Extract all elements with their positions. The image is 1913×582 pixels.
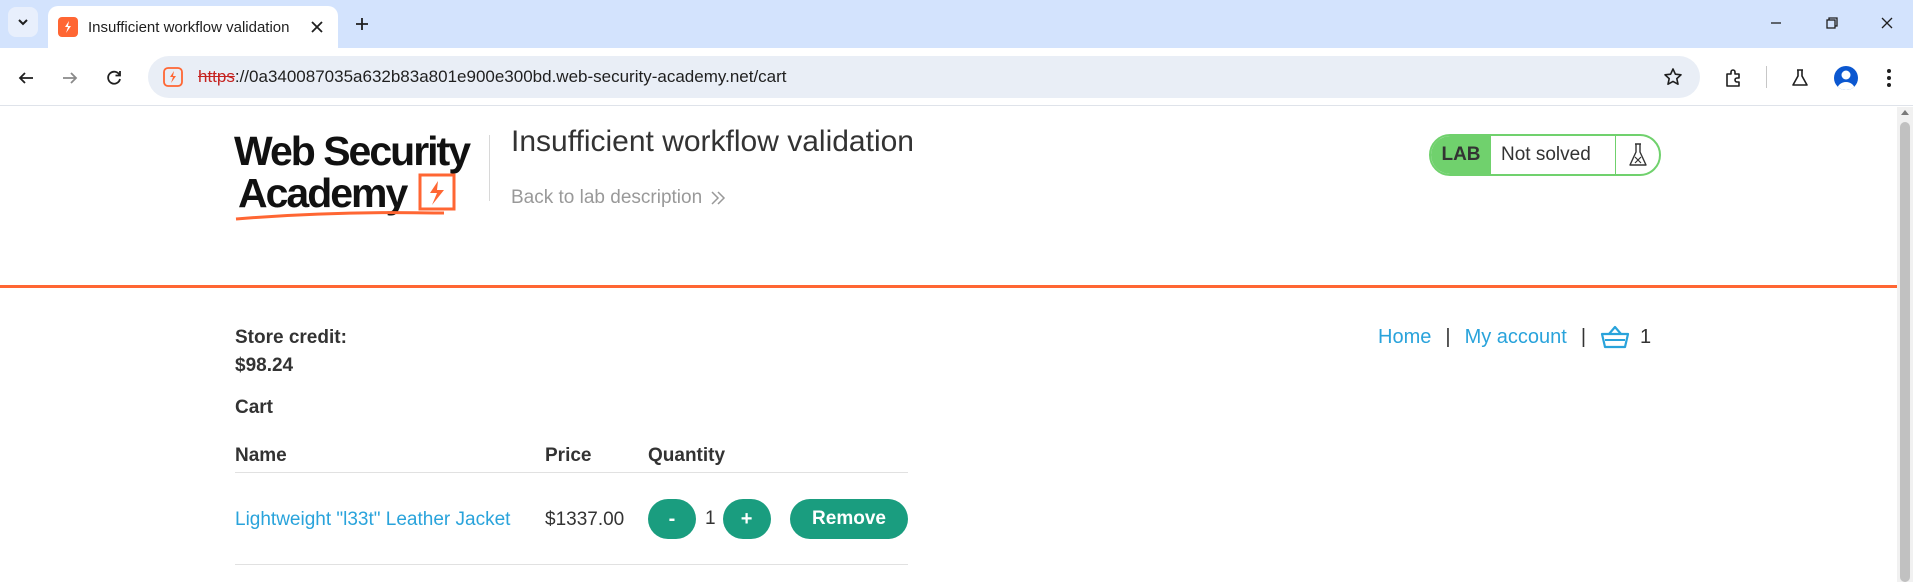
lab-flask-icon (1615, 136, 1659, 174)
my-account-link[interactable]: My account (1465, 326, 1567, 349)
cart-item-count: 1 (1640, 325, 1652, 348)
lab-title: Insufficient workflow validation (511, 125, 914, 158)
web-security-academy-logo[interactable]: Web Security Academy (234, 128, 489, 227)
flask-icon (1792, 69, 1808, 86)
top-navigation: Home | My account | 1 (1378, 325, 1651, 349)
tab-search-button[interactable] (8, 7, 38, 37)
decrease-quantity-button[interactable]: - (648, 499, 696, 539)
shopping-basket-icon (1600, 325, 1630, 349)
arrow-right-icon (63, 72, 78, 84)
browser-tab-active[interactable]: Insufficient workflow validation (48, 6, 338, 48)
close-window-button[interactable] (1867, 8, 1907, 38)
restore-icon (1826, 17, 1838, 29)
store-credit-value: $98.24 (235, 355, 294, 376)
scroll-up-arrow-icon[interactable] (1901, 110, 1909, 115)
cart-heading: Cart (235, 397, 274, 418)
restore-button[interactable] (1812, 8, 1852, 38)
back-to-lab-description-link[interactable]: Back to lab description (511, 187, 726, 209)
lab-status-text: Not solved (1501, 144, 1591, 165)
cart-link[interactable]: 1 (1600, 325, 1651, 349)
bookmark-star-icon[interactable] (1660, 64, 1686, 90)
back-link-label: Back to lab description (511, 187, 703, 208)
product-price: $1337.00 (545, 509, 625, 530)
avatar-icon (1834, 66, 1858, 90)
url-scheme: https (198, 67, 235, 86)
browser-toolbar: https://0a340087035a632b83a801e900e300bd… (0, 48, 1913, 106)
profile-button[interactable] (1830, 62, 1862, 94)
tab-title: Insufficient workflow validation (88, 18, 290, 36)
puzzle-icon (1726, 69, 1740, 87)
url-text: https://0a340087035a632b83a801e900e300bd… (198, 67, 787, 87)
cart-table: Name Price Quantity Lightweight "l33t" L… (235, 443, 908, 565)
minimize-button[interactable] (1756, 8, 1796, 38)
quantity-stepper: - 1 + (648, 499, 771, 539)
close-icon (1881, 17, 1893, 29)
quantity-value: 1 (705, 508, 716, 529)
table-row: Lightweight "l33t" Leather Jacket $1337.… (235, 473, 908, 565)
chevron-down-icon (18, 19, 28, 26)
column-header-quantity: Quantity (648, 445, 726, 466)
scrollbar-thumb[interactable] (1900, 122, 1910, 582)
tab-close-icon[interactable] (306, 16, 328, 38)
home-link[interactable]: Home (1378, 326, 1431, 349)
svg-text:Academy: Academy (238, 170, 409, 216)
store-credit-label: Store credit: (235, 327, 347, 348)
address-bar[interactable]: https://0a340087035a632b83a801e900e300bd… (148, 56, 1700, 98)
labs-button[interactable] (1784, 62, 1816, 94)
back-button[interactable] (10, 62, 42, 94)
reload-icon (107, 70, 121, 85)
url-path: ://0a340087035a632b83a801e900e300bd.web-… (234, 67, 787, 86)
column-header-name: Name (235, 445, 287, 466)
lab-badge: LAB (1431, 136, 1491, 174)
reload-button[interactable] (98, 62, 130, 94)
page-content: Web Security Academy Insufficient workfl… (0, 107, 1897, 582)
plus-icon (356, 18, 368, 30)
nav-separator: | (1445, 325, 1451, 348)
svg-text:Web Security: Web Security (234, 129, 471, 174)
web-security-academy-favicon-icon (58, 17, 78, 37)
more-vertical-icon (1887, 69, 1891, 87)
remove-item-button[interactable]: Remove (790, 499, 908, 539)
lab-status-widget: LAB Not solved (1429, 134, 1661, 176)
toolbar-separator (1766, 66, 1767, 88)
nav-separator: | (1580, 325, 1587, 348)
extensions-button[interactable] (1717, 62, 1749, 94)
table-header-row: Name Price Quantity (235, 443, 908, 473)
browser-tab-strip: Insufficient workflow validation (0, 0, 1913, 48)
site-security-icon[interactable] (160, 64, 186, 90)
forward-button[interactable] (54, 62, 86, 94)
product-name-link[interactable]: Lightweight "l33t" Leather Jacket (235, 509, 510, 531)
arrow-left-icon (18, 72, 33, 84)
column-header-price: Price (545, 445, 592, 466)
header-rule (0, 285, 1897, 288)
double-chevron-right-icon (711, 191, 726, 205)
increase-quantity-button[interactable]: + (722, 499, 771, 539)
header-divider (489, 135, 490, 201)
new-tab-button[interactable] (348, 10, 376, 38)
browser-menu-button[interactable] (1873, 62, 1905, 94)
minimize-icon (1771, 22, 1781, 24)
